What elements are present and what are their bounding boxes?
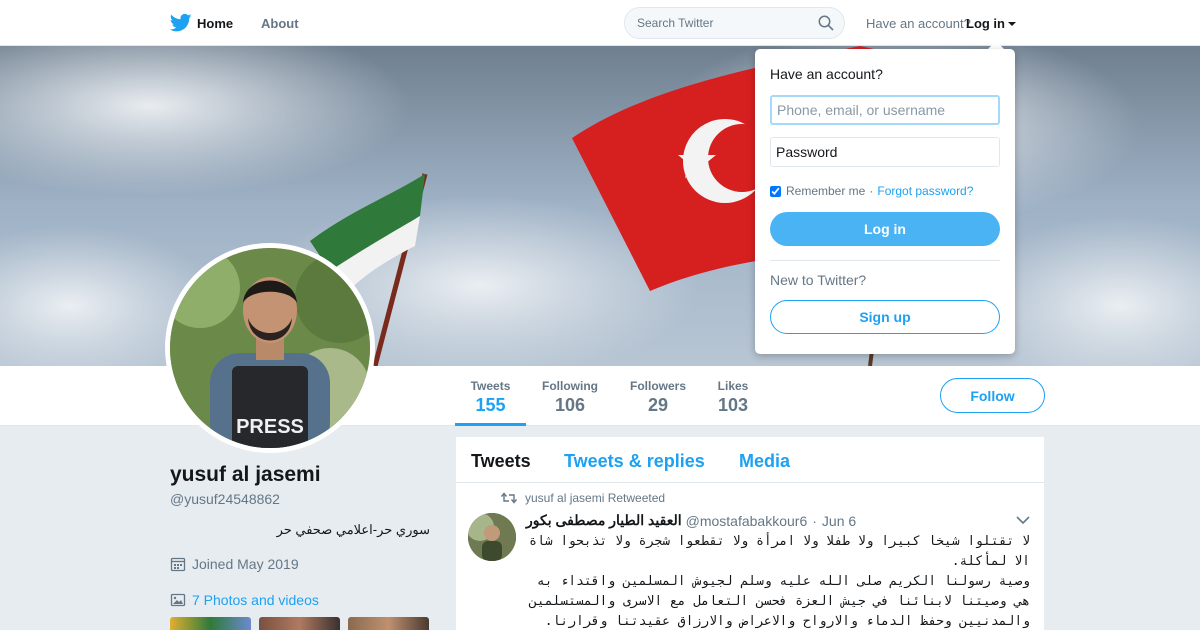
stat-following[interactable]: Following 106 <box>537 366 603 426</box>
joined-label: Joined May 2019 <box>192 556 299 572</box>
photos-videos-label: 7 Photos and videos <box>192 592 319 608</box>
photo-thumbnail[interactable] <box>259 617 340 630</box>
remember-separator: · <box>869 184 874 198</box>
stat-following-label: Following <box>542 379 598 393</box>
new-to-twitter-label: New to Twitter? <box>770 272 867 288</box>
image-icon <box>170 593 186 607</box>
calendar-icon <box>170 557 186 572</box>
follow-button[interactable]: Follow <box>940 378 1045 413</box>
search-input[interactable] <box>625 8 810 38</box>
remember-row: Remember me · Forgot password? <box>770 184 973 198</box>
tweet-fullname[interactable]: العقيد الطيار مصطفى بكور <box>526 512 682 529</box>
stat-following-value: 106 <box>554 395 586 415</box>
stat-likes-value: 103 <box>717 395 749 415</box>
dropdown-title: Have an account? <box>770 66 883 82</box>
stat-likes-label: Likes <box>717 379 749 393</box>
password-field[interactable] <box>770 137 1000 167</box>
stat-tweets-label: Tweets <box>470 379 511 393</box>
stat-likes[interactable]: Likes 103 <box>711 366 755 426</box>
retweet-label[interactable]: yusuf al jasemi Retweeted <box>525 491 665 505</box>
remember-me-checkbox[interactable] <box>770 185 781 197</box>
remember-me-label[interactable]: Remember me <box>786 184 865 198</box>
tweet-username[interactable]: @mostafabakkour6 <box>686 513 808 529</box>
username-field[interactable] <box>770 95 1000 125</box>
retweet-icon <box>501 492 517 504</box>
tweet-header: العقيد الطيار مصطفى بكور @mostafabakkour… <box>526 512 856 529</box>
tweet-text: لا تقتلوا شيخا كبيرا ولا طفلا ولا امرأة … <box>526 532 1030 630</box>
twitter-bird-icon[interactable] <box>170 13 192 33</box>
tweet-avatar[interactable] <box>468 513 516 561</box>
stat-tweets[interactable]: Tweets 155 <box>455 366 526 426</box>
nav-home-link[interactable]: Home <box>197 16 233 31</box>
tweet-text-line: وصية رسولنا الكريم صلى الله عليه وسلم لج… <box>529 574 1030 629</box>
tweet[interactable]: yusuf al jasemi Retweeted العقيد الطيار … <box>456 437 1044 629</box>
chevron-down-icon[interactable] <box>1016 515 1030 525</box>
stat-tweets-value: 155 <box>475 395 506 415</box>
tweet-text-line: لا تقتلوا شيخا كبيرا ولا طفلا ولا امرأة … <box>529 534 1030 569</box>
have-account-label: Have an account? <box>866 16 971 31</box>
stat-followers-value: 29 <box>647 395 669 415</box>
forgot-password-link[interactable]: Forgot password? <box>877 184 973 198</box>
retweet-context: yusuf al jasemi Retweeted <box>501 491 665 505</box>
stat-followers[interactable]: Followers 29 <box>625 366 691 426</box>
photo-thumbnail[interactable] <box>170 617 251 630</box>
svg-text:PRESS: PRESS <box>236 416 304 438</box>
nav-about-link[interactable]: About <box>261 16 299 31</box>
stat-followers-label: Followers <box>629 379 686 393</box>
profile-joined: Joined May 2019 <box>170 556 299 572</box>
login-dropdown-toggle[interactable]: Log in <box>966 16 1016 31</box>
profile-handle[interactable]: @yusuf24548862 <box>170 491 280 507</box>
photo-thumbnail[interactable] <box>348 617 429 630</box>
tweet-timestamp[interactable]: Jun 6 <box>822 513 856 529</box>
photos-videos-link[interactable]: 7 Photos and videos <box>170 592 319 608</box>
tweet-separator: · <box>812 512 817 529</box>
top-nav: Home About Have an account? Log in <box>0 0 1200 46</box>
profile-avatar[interactable]: PRESS <box>165 243 375 453</box>
login-dropdown: Have an account? Remember me · Forgot pa… <box>755 49 1015 354</box>
profile-name[interactable]: yusuf al jasemi <box>170 463 321 487</box>
search-icon[interactable] <box>818 15 834 31</box>
profile-bio: سوري حر-اعلامي صحفي حر <box>276 522 430 537</box>
signup-button[interactable]: Sign up <box>770 300 1000 334</box>
caret-down-icon <box>1008 22 1016 26</box>
login-button[interactable]: Log in <box>770 212 1000 246</box>
search-box <box>624 7 845 39</box>
dropdown-divider <box>770 260 1000 261</box>
login-toggle-label: Log in <box>966 16 1005 31</box>
